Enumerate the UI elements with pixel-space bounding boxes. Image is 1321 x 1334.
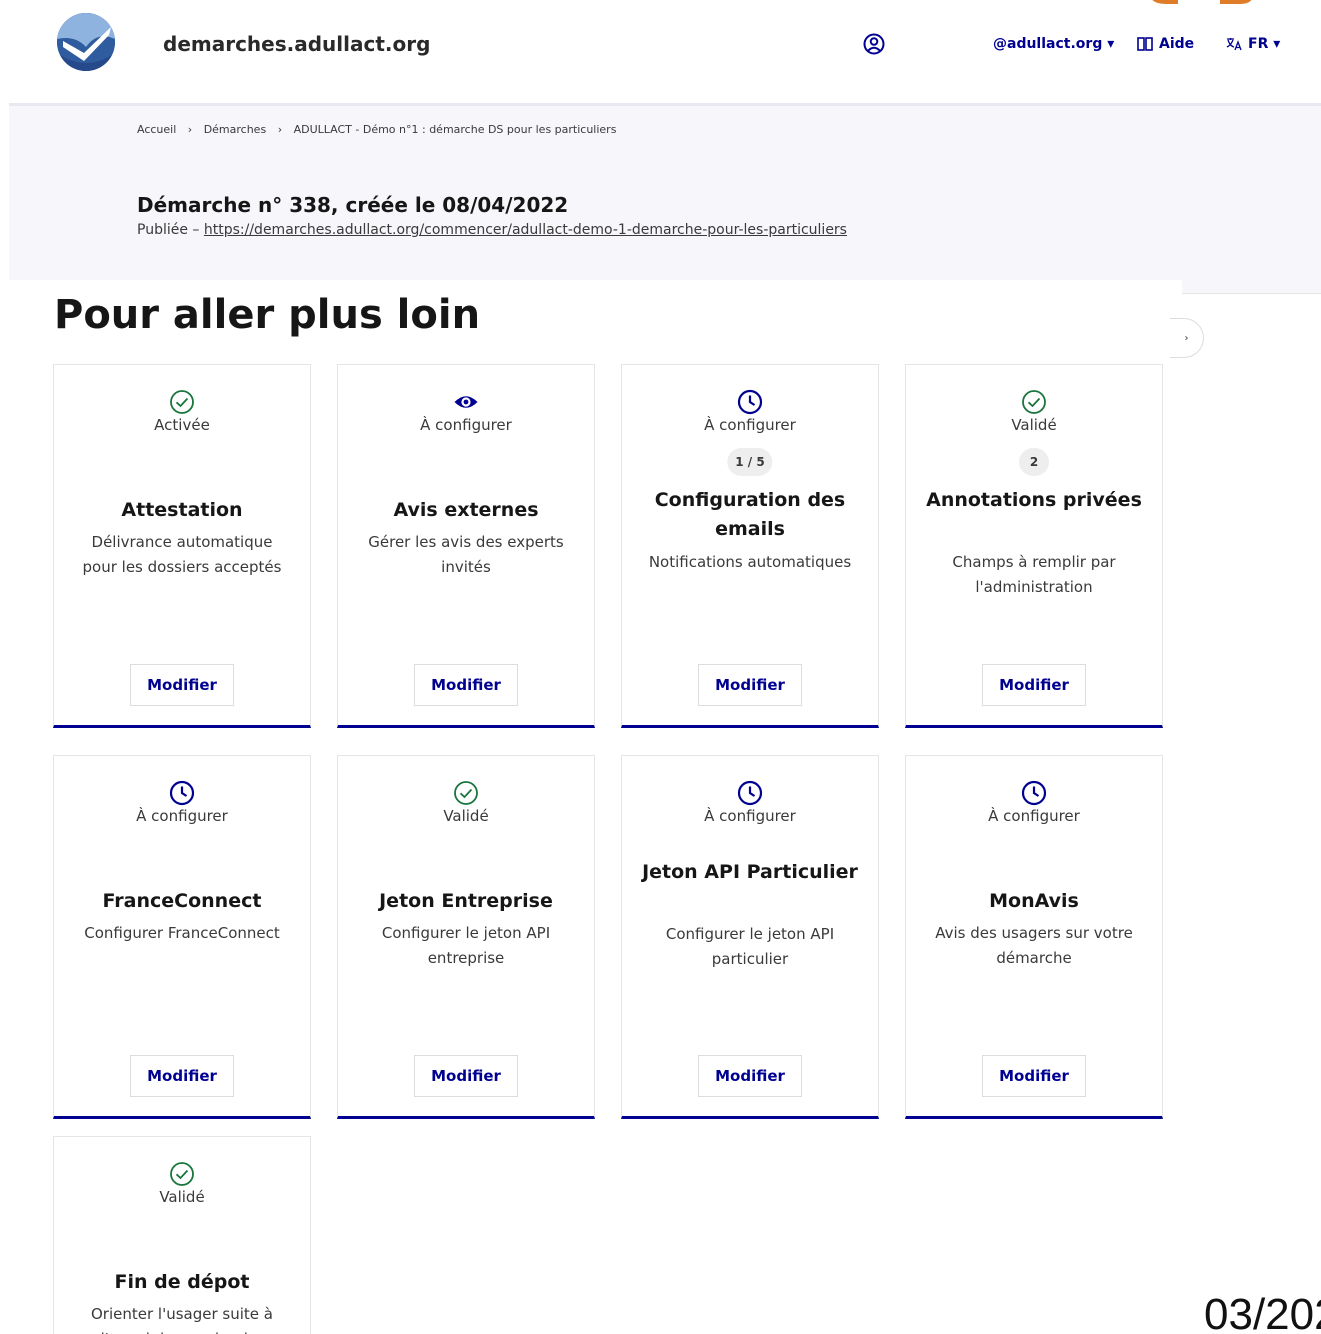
card-status: À configurer bbox=[988, 807, 1080, 825]
check-circle-icon bbox=[906, 389, 1162, 415]
scroll-right-button[interactable]: › bbox=[1170, 318, 1204, 358]
language-selector[interactable]: FR ▾ bbox=[1226, 36, 1280, 52]
card-title: Annotations privées bbox=[926, 489, 1142, 511]
help-label: Aide bbox=[1159, 36, 1195, 52]
translate-icon bbox=[1226, 38, 1242, 51]
clock-icon bbox=[906, 780, 1162, 806]
card-description: Notifications automatiques bbox=[648, 553, 852, 571]
breadcrumb-home[interactable]: Accueil bbox=[137, 123, 176, 136]
card-description: Configurer FranceConnect bbox=[84, 924, 280, 942]
feature-card: À configurer 1 / 5 Configuration des email… bbox=[621, 364, 879, 728]
breadcrumb-separator: › bbox=[187, 123, 193, 136]
feature-card: À configurer Avis externes Gérer les avis … bbox=[337, 364, 595, 728]
site-logo-icon[interactable] bbox=[57, 13, 115, 71]
card-description: Champs à remplir par l'administration bbox=[952, 553, 1116, 596]
check-circle-icon bbox=[338, 780, 594, 806]
language-label: FR ▾ bbox=[1248, 36, 1281, 52]
card-title: Fin de dépot bbox=[114, 1271, 250, 1293]
modify-button[interactable]: Modifier bbox=[130, 664, 234, 706]
card-status: À configurer bbox=[704, 416, 796, 434]
procedure-url-link[interactable]: https://demarches.adullact.org/commencer… bbox=[204, 222, 847, 238]
card-status: Validé bbox=[443, 807, 489, 825]
publication-status: Publiée – bbox=[137, 222, 204, 238]
breadcrumb-current: ADULLACT - Démo n°1 : démarche DS pour l… bbox=[293, 123, 617, 136]
feature-card: Validé Jeton Entreprise Configurer le jeto… bbox=[337, 755, 595, 1119]
feature-card: À configurer MonAvis Avis des usagers sur … bbox=[905, 755, 1163, 1119]
card-title: MonAvis bbox=[989, 890, 1079, 912]
feature-card: Activée Attestation Délivrance automatique… bbox=[53, 364, 311, 728]
feature-card: À configurer FranceConnect Configurer Fran… bbox=[53, 755, 311, 1119]
banner-edge bbox=[1182, 280, 1321, 294]
breadcrumb: Accueil › Démarches › ADULLACT - Démo n°… bbox=[137, 123, 616, 136]
card-description: Avis des usagers sur votre démarche bbox=[935, 924, 1133, 967]
card-title: Jeton Entreprise bbox=[379, 890, 553, 912]
feature-card: À configurer Jeton API Particulier Configu… bbox=[621, 755, 879, 1119]
book-icon bbox=[1137, 37, 1153, 51]
card-title: Attestation bbox=[121, 499, 243, 521]
modify-button[interactable]: Modifier bbox=[698, 1055, 802, 1097]
card-status: À configurer bbox=[704, 807, 796, 825]
site-header: demarches.adullact.org @adullact.org ▾ A… bbox=[0, 0, 1321, 100]
card-title: Jeton API Particulier bbox=[642, 861, 858, 883]
card-description: Délivrance automatique pour les dossiers… bbox=[82, 533, 282, 576]
site-name[interactable]: demarches.adullact.org bbox=[163, 32, 430, 56]
modify-button[interactable]: Modifier bbox=[982, 1055, 1086, 1097]
eye-icon bbox=[338, 389, 594, 415]
clock-icon bbox=[622, 780, 878, 806]
breadcrumb-separator: › bbox=[277, 123, 283, 136]
organization-menu[interactable]: @adullact.org ▾ bbox=[993, 36, 1114, 52]
card-status: Activée bbox=[154, 416, 210, 434]
modify-button[interactable]: Modifier bbox=[698, 664, 802, 706]
card-count-badge: 2 bbox=[1019, 448, 1049, 476]
feature-card: Validé 2 Annotations privées Champs à rempl… bbox=[905, 364, 1163, 728]
card-status: Validé bbox=[159, 1188, 205, 1206]
procedure-title: Démarche n° 338, créée le 08/04/2022 bbox=[137, 193, 569, 217]
card-status: À configurer bbox=[136, 807, 228, 825]
feature-card: Validé Fin de dépot Orienter l'usager suit… bbox=[53, 1136, 311, 1334]
card-description: Configurer le jeton API particulier bbox=[665, 925, 835, 968]
card-description: Configurer le jeton API entreprise bbox=[381, 924, 551, 967]
card-description: Orienter l'usager suite à l'envoi de son… bbox=[91, 1305, 273, 1334]
card-status: Validé bbox=[1011, 416, 1057, 434]
procedure-publication: Publiée – https://demarches.adullact.org… bbox=[137, 222, 847, 238]
clock-icon bbox=[54, 780, 310, 806]
card-description: Gérer les avis des experts invités bbox=[368, 533, 564, 576]
card-title: FranceConnect bbox=[102, 890, 262, 912]
user-account-icon[interactable] bbox=[862, 32, 886, 56]
card-title: Configuration des emails bbox=[654, 489, 846, 540]
check-circle-icon bbox=[54, 389, 310, 415]
breadcrumb-procedures[interactable]: Démarches bbox=[204, 123, 267, 136]
clock-icon bbox=[622, 389, 878, 415]
modify-button[interactable]: Modifier bbox=[130, 1055, 234, 1097]
modify-button[interactable]: Modifier bbox=[982, 664, 1086, 706]
footer-date-fragment: 03/202 bbox=[1204, 1290, 1321, 1334]
modify-button[interactable]: Modifier bbox=[414, 1055, 518, 1097]
card-status: À configurer bbox=[420, 416, 512, 434]
corner-decoration-icon bbox=[1152, 0, 1252, 4]
modify-button[interactable]: Modifier bbox=[414, 664, 518, 706]
check-circle-icon bbox=[54, 1161, 310, 1187]
help-link[interactable]: Aide bbox=[1137, 36, 1194, 52]
chevron-right-icon: › bbox=[1184, 332, 1189, 344]
card-count-badge: 1 / 5 bbox=[727, 448, 773, 476]
section-title: Pour aller plus loin bbox=[54, 292, 481, 338]
card-title: Avis externes bbox=[393, 499, 539, 521]
